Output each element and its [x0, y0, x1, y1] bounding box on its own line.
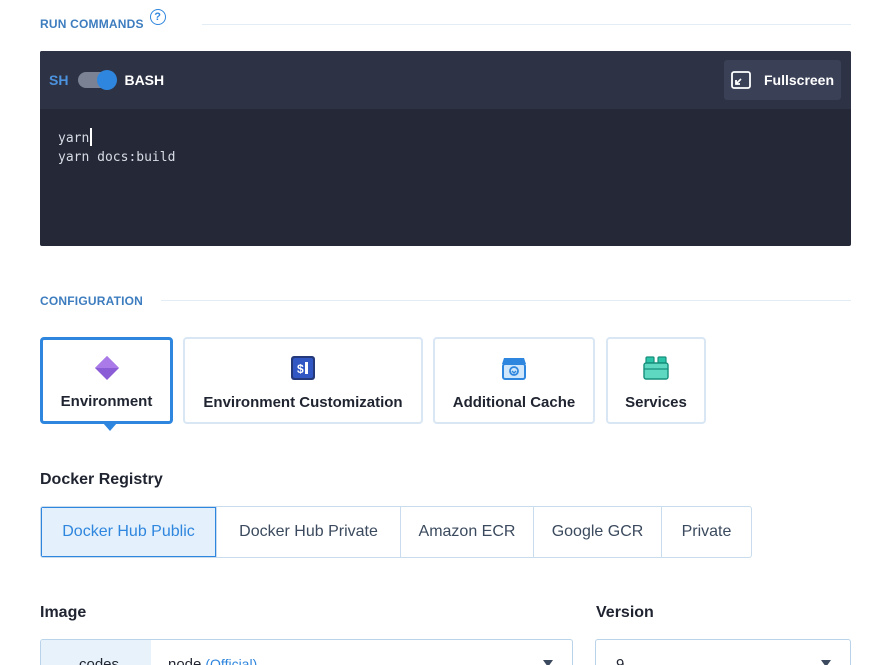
code-line: yarn	[58, 128, 851, 148]
configuration-label: CONFIGURATION	[40, 294, 144, 308]
registry-google-gcr[interactable]: Google GCR	[533, 507, 661, 557]
registry-docker-hub-public[interactable]: Docker Hub Public	[41, 507, 216, 557]
configuration-title: CONFIGURATION	[40, 294, 143, 308]
shell-toggle[interactable]	[78, 70, 118, 90]
code-line: yarn docs:build	[58, 150, 176, 165]
chevron-down-icon	[821, 660, 831, 665]
image-value: node (Official)	[168, 656, 257, 665]
fullscreen-button[interactable]: Fullscreen	[724, 60, 841, 100]
docker-registry-label: Docker Registry	[40, 471, 163, 488]
help-icon[interactable]: ?	[149, 9, 166, 25]
run-commands-title: RUN COMMANDS ?	[40, 9, 166, 31]
lang-sh-label[interactable]: SH	[49, 72, 68, 88]
tab-label: Environment	[60, 393, 153, 410]
version-value: 9	[616, 656, 625, 665]
registry-private[interactable]: Private	[661, 507, 751, 557]
image-select[interactable]: codes node (Official)	[40, 639, 573, 665]
code-area[interactable]: yarn yarn docs:build	[40, 109, 851, 168]
command-editor[interactable]: SH BASH Fullscreen yarn yarn docs:build	[40, 51, 851, 246]
active-pointer	[103, 423, 117, 431]
image-prefix-text: codes	[79, 656, 120, 665]
tab-label: Additional Cache	[452, 394, 576, 411]
registry-docker-hub-private[interactable]: Docker Hub Private	[216, 507, 400, 557]
run-commands-label: RUN COMMANDS	[40, 17, 144, 31]
registry-amazon-ecr[interactable]: Amazon ECR	[400, 507, 533, 557]
docker-registry-selector: Docker Hub Public Docker Hub Private Ama…	[40, 506, 752, 558]
tab-label: Environment Customization	[203, 394, 403, 411]
svg-text:$: $	[297, 362, 304, 376]
section-divider	[161, 300, 851, 301]
lang-bash-label[interactable]: BASH	[124, 72, 164, 88]
tab-label: Services	[625, 394, 687, 411]
version-select[interactable]: 9	[595, 639, 851, 665]
fullscreen-label: Fullscreen	[763, 72, 835, 88]
tab-environment[interactable]: Environment	[40, 337, 173, 431]
tab-environment-customization[interactable]: $ Environment Customization	[183, 337, 423, 424]
services-stack-icon	[643, 355, 669, 381]
section-divider	[202, 24, 851, 25]
tab-additional-cache[interactable]: Additional Cache	[433, 337, 595, 424]
image-prefix: codes	[41, 640, 151, 665]
image-label: Image	[40, 604, 87, 621]
tab-services[interactable]: Services	[606, 337, 706, 424]
chevron-down-icon	[543, 660, 553, 665]
text-cursor	[90, 128, 92, 146]
diamond-icon	[94, 355, 120, 381]
cache-box-icon	[501, 355, 527, 381]
toggle-knob	[97, 70, 118, 90]
official-badge: (Official)	[205, 656, 258, 665]
fullscreen-icon	[731, 71, 751, 89]
version-label: Version	[596, 604, 654, 621]
dollar-terminal-icon: $	[290, 355, 316, 381]
editor-toolbar: SH BASH Fullscreen	[40, 51, 851, 109]
